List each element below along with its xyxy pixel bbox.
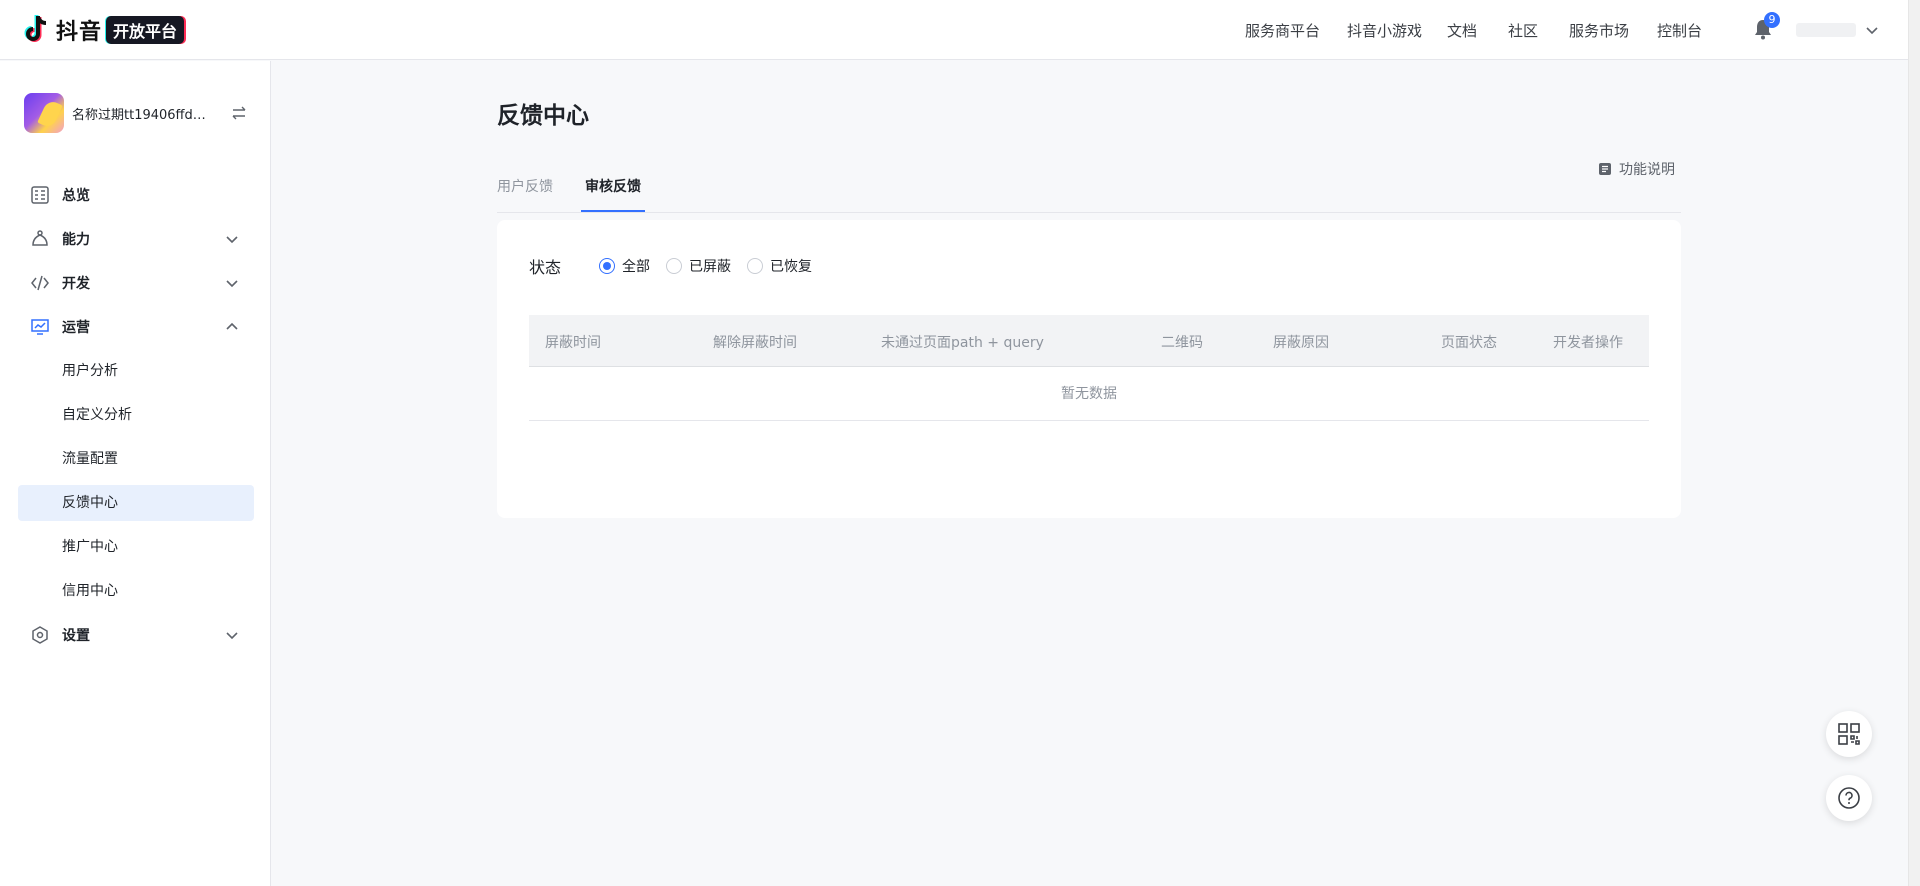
douyin-logo-icon — [24, 15, 47, 42]
question-mark-icon — [1838, 787, 1860, 809]
sidebar-item-label: 设置 — [62, 628, 90, 644]
sidebar-item-develop[interactable]: 开发 — [18, 265, 254, 301]
tab-review-feedback[interactable]: 审核反馈 — [585, 176, 641, 196]
radio-unchecked-icon — [666, 258, 683, 274]
sidebar: 名称过期tt19406ffd86... 总览 能力 开发 运营 用户分析 自定义… — [0, 61, 271, 886]
column-header-block-time: 屏蔽时间 — [545, 335, 601, 351]
radio-label: 已恢复 — [770, 259, 813, 275]
switch-app-icon[interactable] — [230, 104, 248, 122]
column-header-qr-code: 二维码 — [1161, 335, 1203, 351]
sidebar-item-capability[interactable]: 能力 — [18, 221, 254, 257]
nav-mini-games[interactable]: 抖音小游戏 — [1347, 20, 1422, 41]
table-header: 屏蔽时间 解除屏蔽时间 未通过页面path + query 二维码 屏蔽原因 页… — [529, 315, 1649, 367]
column-header-unblock-time: 解除屏蔽时间 — [713, 335, 797, 351]
status-radio-all[interactable]: 全部 — [599, 256, 650, 276]
nav-console[interactable]: 控制台 — [1657, 20, 1702, 41]
status-radio-restored[interactable]: 已恢复 — [747, 256, 812, 276]
capability-icon — [32, 230, 48, 246]
status-filter-label: 状态 — [529, 258, 562, 277]
column-header-developer-action: 开发者操作 — [1553, 335, 1623, 351]
review-feedback-table: 屏蔽时间 解除屏蔽时间 未通过页面path + query 二维码 屏蔽原因 页… — [529, 315, 1649, 421]
sidebar-item-operations[interactable]: 运营 — [18, 309, 254, 345]
sidebar-subitem-credit-center[interactable]: 信用中心 — [18, 573, 254, 609]
radio-checked-icon — [599, 258, 616, 274]
qr-code-button[interactable] — [1826, 711, 1872, 757]
app-avatar — [24, 93, 64, 133]
feedback-tabs: 用户反馈 审核反馈 — [497, 170, 1681, 213]
sidebar-item-label: 运营 — [62, 320, 90, 336]
notification-count-badge: 9 — [1764, 12, 1780, 28]
top-bar: 抖音 开放平台 服务商平台 抖音小游戏 文档 社区 服务市场 控制台 9 — [0, 0, 1908, 60]
chevron-down-icon[interactable] — [1864, 22, 1880, 38]
code-icon — [31, 275, 49, 291]
sidebar-item-label: 开发 — [62, 276, 90, 292]
active-tab-indicator — [581, 210, 645, 212]
settings-icon — [32, 626, 48, 644]
status-radio-blocked[interactable]: 已屏蔽 — [666, 256, 731, 276]
operations-chart-icon — [31, 319, 49, 335]
sidebar-item-label: 能力 — [62, 232, 90, 248]
chevron-down-icon — [226, 632, 238, 640]
chevron-down-icon — [226, 280, 238, 288]
feature-description-link[interactable]: 功能说明 — [1598, 159, 1675, 179]
nav-service-market[interactable]: 服务市场 — [1569, 20, 1629, 41]
column-header-page-path: 未通过页面path + query — [881, 335, 1044, 351]
app-switcher[interactable]: 名称过期tt19406ffd86... — [24, 91, 254, 135]
page-title: 反馈中心 — [497, 103, 589, 129]
page-scrollbar[interactable] — [1908, 0, 1920, 886]
nav-service-provider[interactable]: 服务商平台 — [1245, 20, 1320, 41]
feature-description-label: 功能说明 — [1619, 162, 1675, 178]
chevron-up-icon — [226, 322, 238, 330]
sidebar-item-label: 总览 — [62, 188, 90, 204]
radio-label: 已屏蔽 — [689, 259, 732, 275]
brand-badge: 开放平台 — [106, 16, 185, 44]
help-button[interactable] — [1826, 775, 1872, 821]
chevron-down-icon — [226, 236, 238, 244]
nav-community[interactable]: 社区 — [1508, 20, 1538, 41]
sidebar-item-settings[interactable]: 设置 — [18, 617, 254, 653]
qr-code-icon — [1838, 723, 1860, 745]
tab-user-feedback[interactable]: 用户反馈 — [497, 176, 553, 196]
sidebar-subitem-user-analysis[interactable]: 用户分析 — [18, 353, 254, 389]
status-filter: 状态 全部 已屏蔽 已恢复 — [529, 254, 828, 278]
sidebar-subitem-promotion-center[interactable]: 推广中心 — [18, 529, 254, 565]
dashboard-icon — [31, 186, 49, 204]
nav-docs[interactable]: 文档 — [1447, 20, 1477, 41]
column-header-page-status: 页面状态 — [1441, 335, 1497, 351]
sidebar-item-overview[interactable]: 总览 — [18, 177, 254, 213]
sidebar-subitem-traffic-config[interactable]: 流量配置 — [18, 441, 254, 477]
sidebar-subitem-feedback-center[interactable]: 反馈中心 — [18, 485, 254, 521]
review-feedback-panel: 状态 全部 已屏蔽 已恢复 屏蔽时间 解除屏蔽时间 未通过页面path + qu… — [497, 220, 1681, 518]
user-name-masked[interactable] — [1796, 23, 1856, 37]
douyin-open-platform-logo[interactable]: 抖音 开放平台 — [24, 14, 185, 46]
table-empty-state: 暂无数据 — [529, 367, 1649, 421]
brand-name: 抖音 — [56, 20, 103, 45]
app-name: 名称过期tt19406ffd86... — [72, 107, 212, 123]
column-header-block-reason: 屏蔽原因 — [1273, 335, 1329, 351]
document-icon — [1599, 163, 1611, 175]
radio-label: 全部 — [622, 259, 651, 275]
sidebar-subitem-custom-analysis[interactable]: 自定义分析 — [18, 397, 254, 433]
radio-unchecked-icon — [747, 258, 764, 274]
